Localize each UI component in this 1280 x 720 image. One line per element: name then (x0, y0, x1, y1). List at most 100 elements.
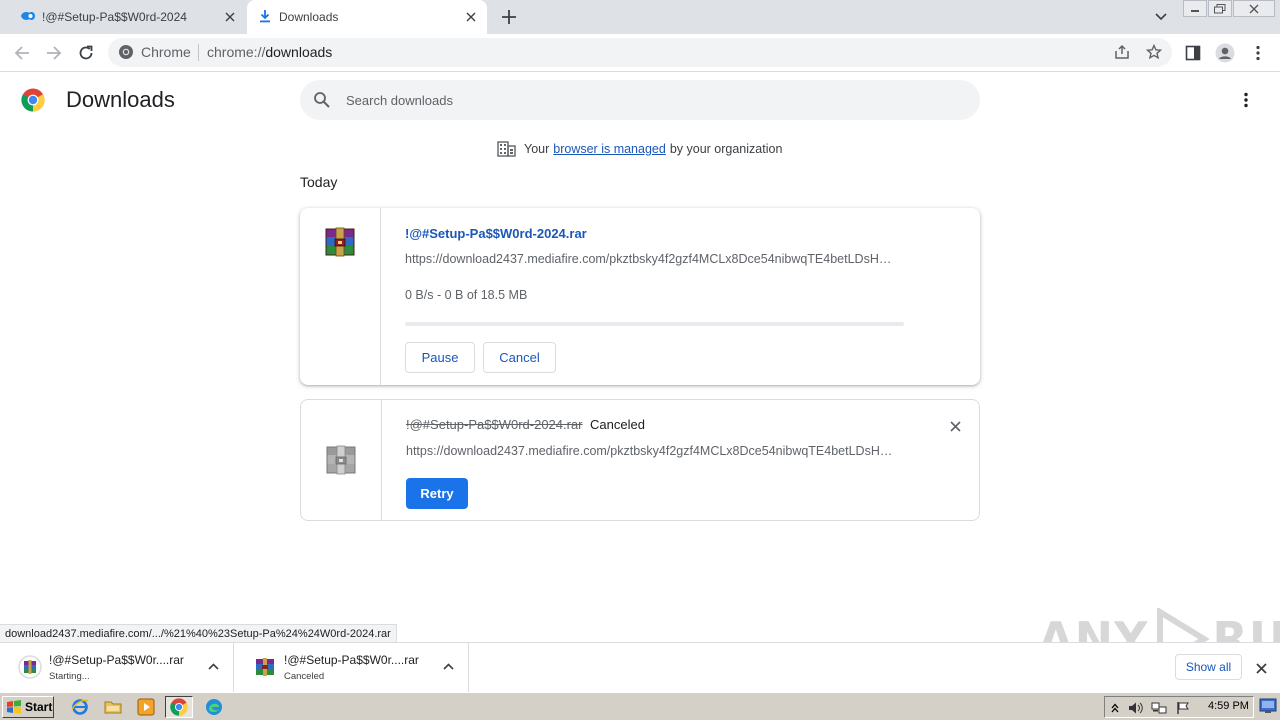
close-icon[interactable] (222, 9, 238, 25)
minimize-icon (1191, 9, 1199, 12)
volume-icon[interactable] (1128, 700, 1144, 716)
file-url: https://download2437.mediafire.com/pkztb… (406, 444, 893, 458)
link-status-bubble: download2437.mediafire.com/.../%21%40%23… (0, 624, 397, 642)
arrow-left-icon (14, 46, 29, 60)
address-bar[interactable]: Chrome chrome://downloads (108, 38, 1172, 67)
download-status: Canceled (590, 417, 645, 432)
media-player-icon[interactable] (132, 696, 160, 718)
file-icon-column (300, 208, 381, 385)
site-info[interactable]: Chrome (118, 44, 191, 60)
shelf-file-status: Canceled (284, 671, 325, 682)
managed-suffix: by your organization (669, 142, 783, 156)
reload-button[interactable] (74, 41, 98, 65)
shelf-item[interactable]: !@#Setup-Pa$$W0r....rar Canceled (235, 643, 469, 692)
browser-menu-button[interactable] (1246, 41, 1270, 65)
shelf-file-name: !@#Setup-Pa$$W0r....rar (49, 653, 184, 667)
show-all-button[interactable]: Show all (1175, 654, 1242, 680)
share-icon[interactable] (1112, 42, 1132, 62)
window-close-button[interactable] (1233, 0, 1275, 17)
plus-icon (502, 10, 516, 24)
chevron-down-icon (1155, 13, 1167, 21)
forward-button[interactable] (42, 41, 66, 65)
ie-icon[interactable] (66, 696, 94, 718)
file-name-strikethrough: !@#Setup-Pa$$W0rd-2024.rar (406, 417, 583, 432)
progress-bar (405, 322, 904, 326)
reload-icon (79, 45, 93, 60)
tray-expand-icon[interactable] (1107, 700, 1123, 716)
shelf-file-status: Starting... (49, 671, 90, 682)
shelf-item[interactable]: !@#Setup-Pa$$W0r....rar Starting... (0, 643, 234, 692)
taskbar-clock[interactable]: 4:59 PM (1208, 700, 1249, 712)
start-button[interactable]: Start (2, 696, 54, 718)
restore-button[interactable] (1208, 0, 1232, 17)
file-icon-column (301, 400, 382, 520)
browser-toolbar: Chrome chrome://downloads (0, 34, 1280, 72)
shelf-file-name: !@#Setup-Pa$$W0r....rar (284, 653, 419, 667)
page-title: Downloads (66, 87, 175, 112)
search-input[interactable] (346, 90, 946, 110)
folder-icon[interactable] (99, 696, 127, 718)
close-icon[interactable] (463, 9, 479, 25)
chevron-up-icon[interactable] (205, 658, 221, 674)
avatar-icon (1215, 43, 1235, 63)
chrome-taskbar-icon[interactable] (165, 696, 193, 718)
restore-icon (1214, 3, 1226, 13)
tab-strip: !@#Setup-Pa$$W0rd-2024 Downloads (0, 0, 1280, 34)
tab-mediafire[interactable]: !@#Setup-Pa$$W0rd-2024 (8, 0, 246, 34)
date-section-label: Today (300, 174, 338, 190)
chevron-up-icon[interactable] (440, 658, 456, 674)
arrow-right-icon (47, 46, 62, 60)
download-progress-icon (18, 655, 42, 679)
kebab-menu-icon (1244, 92, 1248, 108)
start-label: Start (25, 700, 53, 714)
close-shelf-button[interactable] (1252, 659, 1270, 677)
tab-title: Downloads (279, 10, 339, 24)
winrar-archive-icon (326, 445, 356, 475)
building-icon (497, 141, 516, 157)
managed-link[interactable]: browser is managed (553, 142, 666, 156)
winrar-archive-icon (256, 658, 274, 676)
download-shelf: !@#Setup-Pa$$W0r....rar Starting... !@#S… (0, 642, 1280, 692)
cancel-button[interactable]: Cancel (483, 342, 556, 373)
file-url: https://download2437.mediafire.com/pkztb… (405, 252, 892, 266)
remove-from-list-button[interactable] (945, 416, 965, 436)
chrome-icon (119, 45, 133, 59)
profile-button[interactable] (1213, 41, 1237, 65)
chrome-logo-icon (21, 88, 45, 112)
tab-title: !@#Setup-Pa$$W0rd-2024 (42, 10, 187, 24)
progress-text: 0 B/s - 0 B of 18.5 MB (405, 288, 528, 302)
managed-prefix: Your (524, 142, 550, 156)
url-text[interactable]: chrome://downloads (207, 44, 332, 60)
tab-search-button[interactable] (1151, 8, 1171, 26)
winrar-archive-icon (325, 227, 355, 257)
mediafire-icon (20, 10, 36, 25)
retry-button[interactable]: Retry (406, 478, 468, 509)
site-label: Chrome (141, 44, 191, 60)
windows-flag-icon (7, 700, 21, 714)
close-icon (1255, 662, 1267, 674)
close-icon (949, 420, 961, 432)
tab-downloads[interactable]: Downloads (247, 0, 487, 34)
new-tab-button[interactable] (498, 6, 520, 28)
managed-notice: Your browser is managed by your organiza… (497, 141, 782, 157)
side-panel-icon (1185, 45, 1201, 61)
minimize-button[interactable] (1183, 0, 1207, 17)
download-card: !@#Setup-Pa$$W0rd-2024.rar https://downl… (300, 208, 980, 385)
star-icon[interactable] (1144, 42, 1164, 62)
file-name-link[interactable]: !@#Setup-Pa$$W0rd-2024.rar (405, 226, 587, 241)
download-card: !@#Setup-Pa$$W0rd-2024.rar Canceled http… (300, 399, 980, 521)
download-icon (259, 9, 271, 26)
kebab-menu-icon (1256, 45, 1260, 61)
edge-icon[interactable] (200, 696, 228, 718)
action-center-flag-icon[interactable] (1175, 700, 1191, 716)
pause-button[interactable]: Pause (405, 342, 475, 373)
network-icon[interactable] (1151, 700, 1167, 716)
show-desktop-icon[interactable] (1259, 698, 1277, 714)
search-box[interactable] (300, 80, 980, 120)
omnibox-divider (198, 44, 199, 61)
side-panel-button[interactable] (1181, 41, 1205, 65)
back-button[interactable] (10, 41, 34, 65)
search-icon (314, 92, 330, 108)
page-menu-button[interactable] (1235, 89, 1257, 111)
windows-taskbar: Start (0, 692, 1280, 720)
